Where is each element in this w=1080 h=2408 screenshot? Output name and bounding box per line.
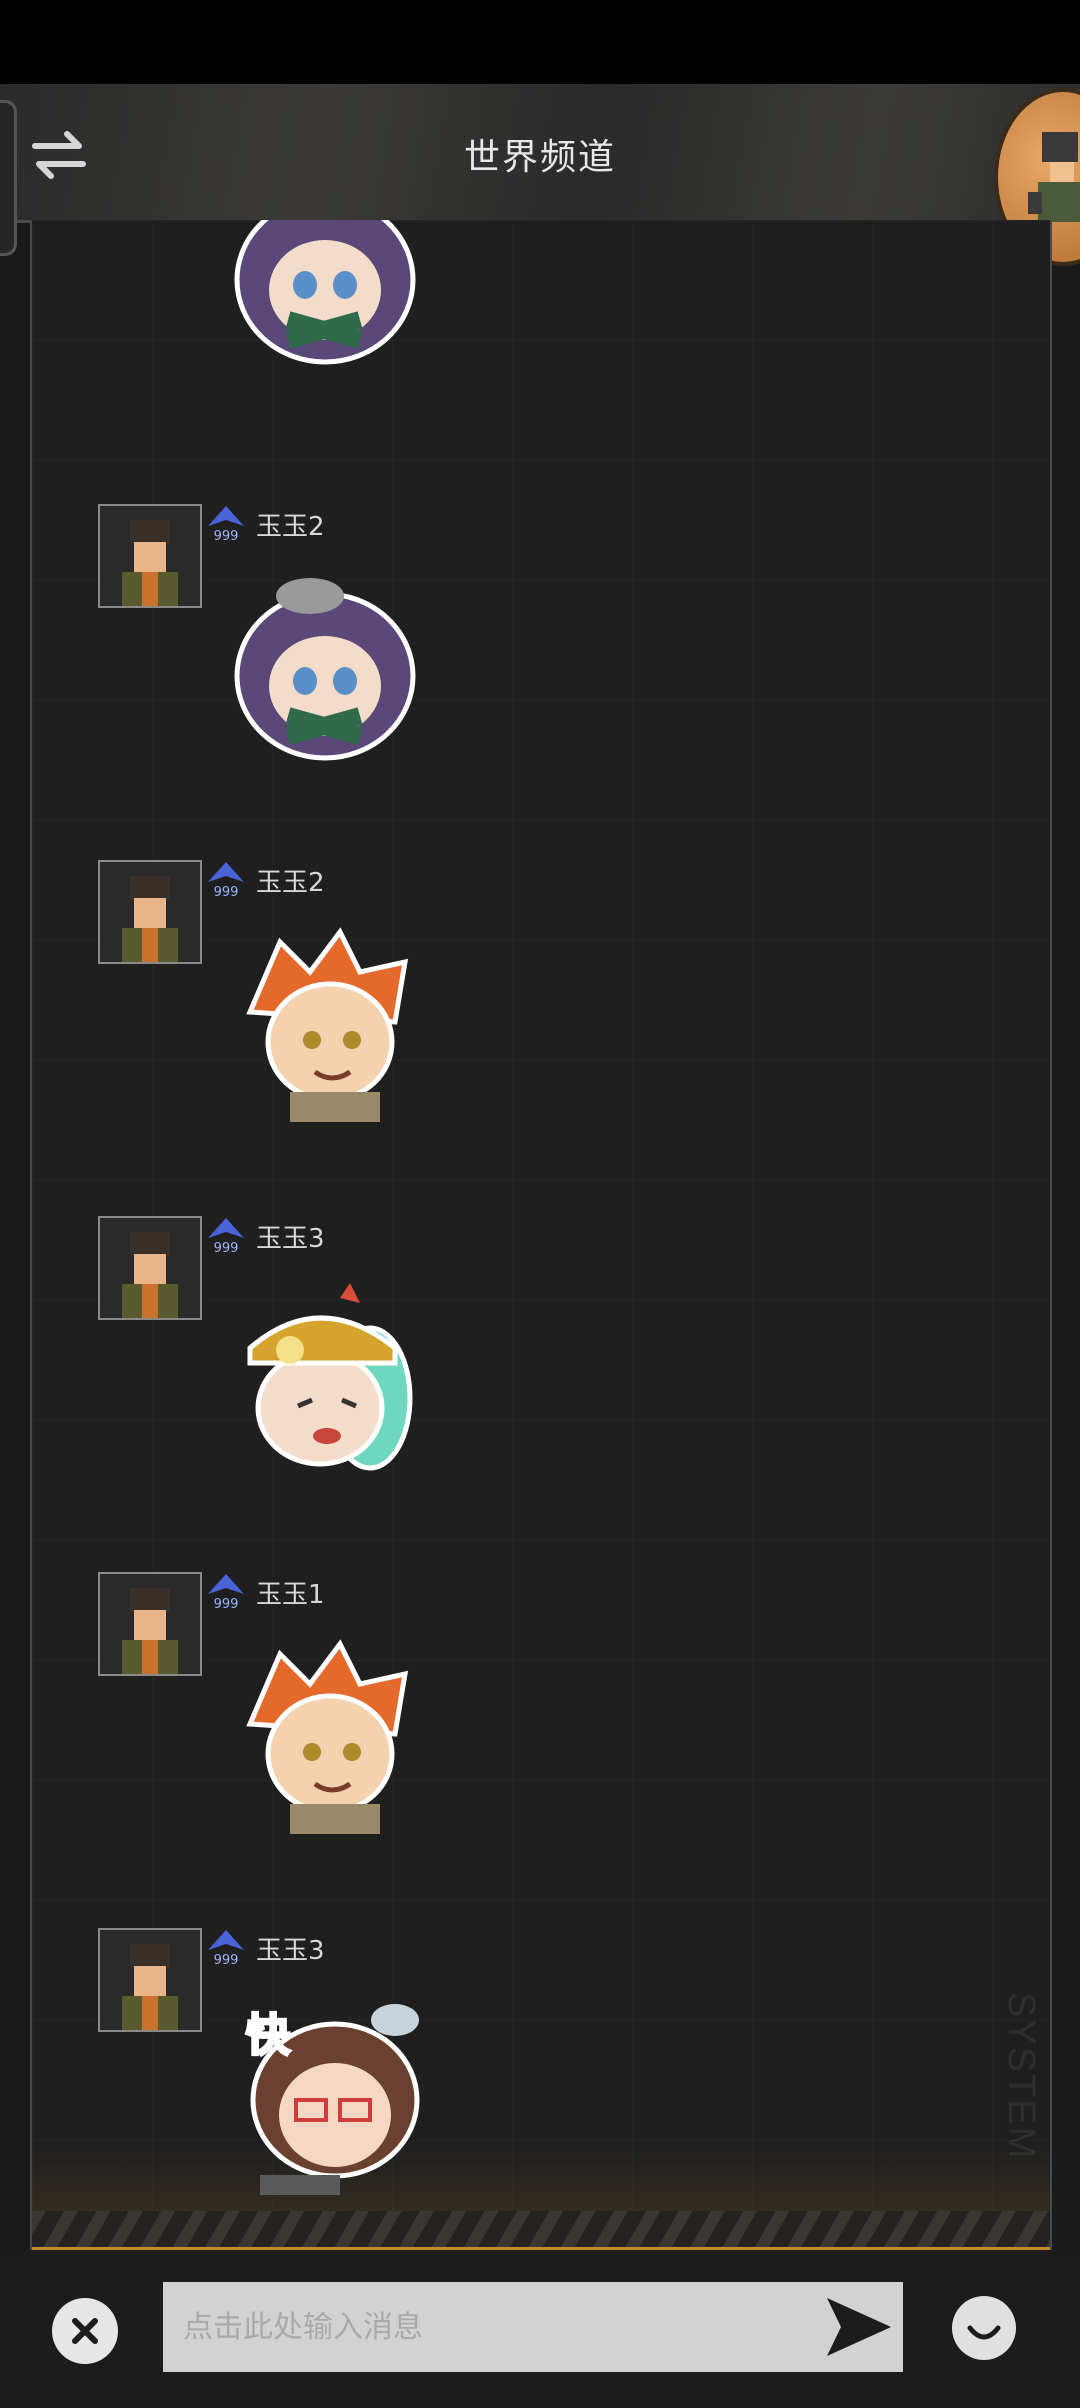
side-tab-handle[interactable]	[0, 100, 17, 256]
close-icon	[72, 2318, 98, 2344]
chat-message	[68, 220, 968, 428]
sender-row: 999 玉玉1	[204, 1572, 325, 1612]
svg-text:999: 999	[214, 885, 239, 900]
sender-name[interactable]: 玉玉3	[256, 1930, 325, 1967]
system-watermark: SYSTEM	[1000, 1991, 1042, 2160]
chat-message: 999 玉玉1	[68, 1572, 968, 1892]
sender-row: 999 玉玉3	[204, 1928, 325, 1968]
svg-text:999: 999	[214, 529, 239, 544]
level-badge-icon: 999	[208, 862, 244, 900]
close-button[interactable]	[52, 2298, 118, 2364]
sender-row: 999 玉玉2	[204, 860, 325, 900]
level-badge-icon: 999	[208, 1574, 244, 1612]
emoji-button[interactable]	[952, 2296, 1016, 2360]
smile-icon	[967, 2325, 1001, 2340]
sender-name[interactable]: 玉玉2	[256, 506, 325, 543]
svg-text:999: 999	[214, 1953, 239, 1968]
orange-hair-boy-thumbs-sticker[interactable]	[220, 1634, 430, 1839]
level-badge-icon: 999	[208, 506, 244, 544]
crying-girl-sticker	[234, 220, 416, 365]
hazard-stripe-divider	[32, 2211, 1050, 2250]
chat-input-bar	[0, 2250, 1080, 2408]
sender-row: 999 玉玉2	[204, 504, 325, 544]
pixel-avatar-icon	[122, 1232, 178, 1318]
sender-name[interactable]: 玉玉2	[256, 862, 325, 899]
level-badge-icon: 999	[208, 1218, 244, 1256]
svg-text:999: 999	[214, 1597, 239, 1612]
pixel-avatar-icon	[122, 876, 178, 962]
pixel-avatar-icon	[122, 1944, 178, 2030]
message-input[interactable]	[163, 2282, 903, 2372]
chat-message-list[interactable]: SYSTEM 999 玉玉2 999 玉玉2 999 玉玉3 999 玉玉1 9…	[30, 220, 1052, 2250]
chat-message: 999 玉玉3 快	[68, 1928, 968, 2248]
svg-text:快: 快	[246, 2010, 291, 2061]
chat-message: 999 玉玉2	[68, 504, 968, 824]
avatar[interactable]	[98, 504, 202, 608]
avatar[interactable]	[98, 1572, 202, 1676]
pixel-avatar-icon	[122, 520, 178, 606]
crying-purple-hair-girl-sticker[interactable]	[220, 566, 430, 771]
teal-hair-miner-girl-crying-sticker[interactable]	[220, 1278, 430, 1483]
status-bar	[0, 0, 1080, 84]
avatar[interactable]	[98, 1928, 202, 2032]
svg-text:999: 999	[214, 1241, 239, 1256]
avatar[interactable]	[98, 1216, 202, 1320]
sender-name[interactable]: 玉玉3	[256, 1218, 325, 1255]
channel-header: 世界频道	[0, 84, 1080, 223]
avatar[interactable]	[98, 860, 202, 964]
chat-message: 999 玉玉3	[68, 1216, 968, 1536]
sender-row: 999 玉玉3	[204, 1216, 325, 1256]
send-button[interactable]	[820, 2288, 898, 2366]
pixel-avatar-icon	[122, 1588, 178, 1674]
send-arrow-icon	[827, 2298, 891, 2356]
glasses-girl-快-sticker[interactable]: 快	[220, 1990, 430, 2195]
sender-name[interactable]: 玉玉1	[256, 1574, 325, 1611]
orange-hair-boy-thumbs-sticker[interactable]	[220, 922, 430, 1127]
page-title: 世界频道	[463, 137, 616, 178]
level-badge-icon: 999	[208, 1930, 244, 1968]
chat-message: 999 玉玉2	[68, 860, 968, 1180]
